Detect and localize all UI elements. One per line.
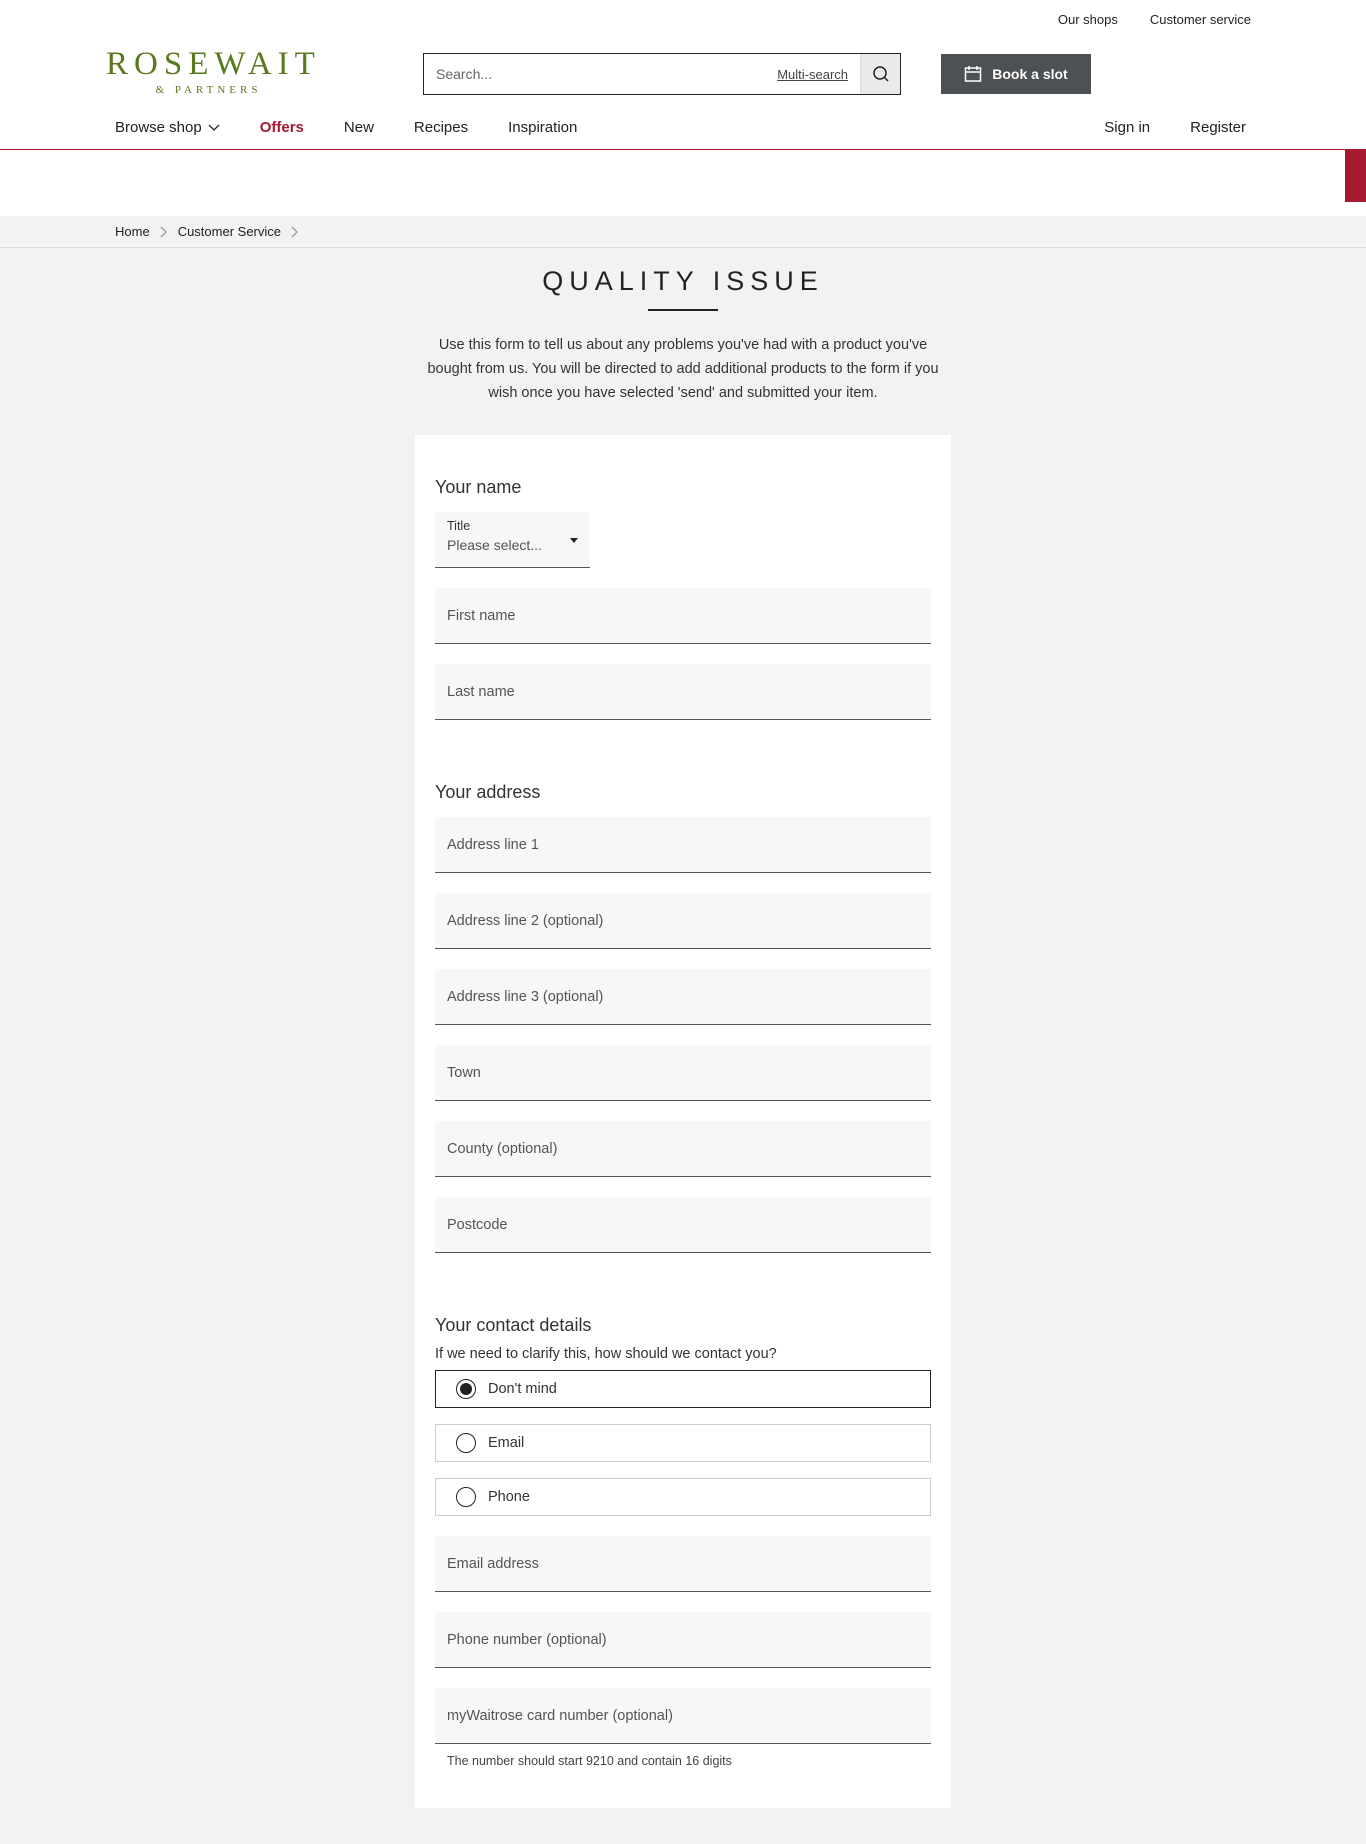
our-shops-link[interactable]: Our shops (1058, 12, 1118, 27)
title-divider (648, 309, 718, 311)
nav-new[interactable]: New (344, 119, 374, 136)
search-bar: Multi-search (423, 53, 901, 95)
page-title: QUALITY ISSUE (542, 266, 824, 296)
title-select[interactable]: Title Please select... (435, 512, 590, 568)
radio-unchecked-icon (456, 1433, 476, 1453)
nav-inspiration[interactable]: Inspiration (508, 119, 577, 136)
title-select-label: Title (447, 519, 471, 533)
county-field[interactable]: County (optional) (435, 1121, 931, 1177)
address-line-2-field[interactable]: Address line 2 (optional) (435, 893, 931, 949)
site-header: Our shops Customer service ROSEWAIT & PA… (0, 0, 1366, 150)
main-nav: Browse shop Offers New Recipes Inspirati… (115, 119, 577, 136)
chevron-down-icon (208, 124, 220, 131)
account-nav: Sign in Register (1104, 119, 1246, 136)
first-name-field[interactable]: First name (435, 588, 931, 644)
name-section-heading: Your name (435, 477, 522, 497)
breadcrumb-customer-service[interactable]: Customer Service (178, 224, 281, 239)
radio-dont-mind-label: Don't mind (488, 1381, 557, 1397)
breadcrumb-home[interactable]: Home (115, 224, 150, 239)
email-address-field[interactable]: Email address (435, 1536, 931, 1592)
radio-dont-mind[interactable]: Don't mind (435, 1370, 931, 1408)
contact-section: Your contact details If we need to clari… (435, 1315, 931, 1768)
nav-browse-shop-label: Browse shop (115, 119, 202, 136)
nav-browse-shop[interactable]: Browse shop (115, 119, 220, 136)
radio-phone-label: Phone (488, 1489, 530, 1505)
search-button[interactable] (860, 54, 900, 94)
last-name-field[interactable]: Last name (435, 664, 931, 720)
customer-service-link[interactable]: Customer service (1150, 12, 1251, 27)
radio-unchecked-icon (456, 1487, 476, 1507)
address-section: Your address Address line 1 Address line… (435, 782, 931, 1253)
breadcrumb: Home Customer Service (0, 216, 1366, 248)
name-section: Your name Title Please select... First n… (435, 477, 931, 720)
radio-checked-icon (456, 1379, 476, 1399)
logo[interactable]: ROSEWAIT & PARTNERS (106, 46, 321, 97)
feedback-tab[interactable] (1345, 150, 1366, 202)
register-link[interactable]: Register (1190, 119, 1246, 136)
radio-email[interactable]: Email (435, 1424, 931, 1462)
search-icon (872, 66, 889, 82)
multi-search-link[interactable]: Multi-search (777, 67, 848, 82)
contact-section-heading: Your contact details (435, 1315, 592, 1335)
title-select-value: Please select... (447, 537, 542, 553)
calendar-icon (965, 66, 982, 82)
logo-wordmark: ROSEWAIT (106, 46, 321, 82)
card-number-hint: The number should start 9210 and contain… (447, 1754, 732, 1768)
address-line-3-field[interactable]: Address line 3 (optional) (435, 969, 931, 1025)
nav-recipes[interactable]: Recipes (414, 119, 468, 136)
address-section-heading: Your address (435, 782, 541, 802)
book-slot-label: Book a slot (992, 66, 1068, 82)
book-slot-button[interactable]: Book a slot (941, 54, 1091, 94)
sign-in-link[interactable]: Sign in (1104, 119, 1150, 136)
nav-offers[interactable]: Offers (260, 119, 304, 136)
search-input[interactable] (424, 54, 778, 94)
radio-email-label: Email (488, 1435, 525, 1451)
card-number-field[interactable]: myWaitrose card number (optional) (435, 1688, 931, 1744)
promo-banner (0, 150, 1366, 216)
chevron-right-icon (160, 226, 167, 237)
phone-number-field[interactable]: Phone number (optional) (435, 1612, 931, 1668)
radio-phone[interactable]: Phone (435, 1478, 931, 1516)
postcode-field[interactable]: Postcode (435, 1197, 931, 1253)
town-field[interactable]: Town (435, 1045, 931, 1101)
utility-links: Our shops Customer service (1058, 12, 1251, 27)
contact-question: If we need to clarify this, how should w… (435, 1346, 777, 1362)
caret-down-icon (570, 538, 578, 543)
quality-issue-form: Your name Title Please select... First n… (415, 435, 951, 1808)
intro-text: Use this form to tell us about any probl… (427, 337, 939, 401)
logo-subtitle: & PARTNERS (155, 84, 262, 96)
chevron-right-icon (291, 226, 298, 237)
address-line-1-field[interactable]: Address line 1 (435, 817, 931, 873)
